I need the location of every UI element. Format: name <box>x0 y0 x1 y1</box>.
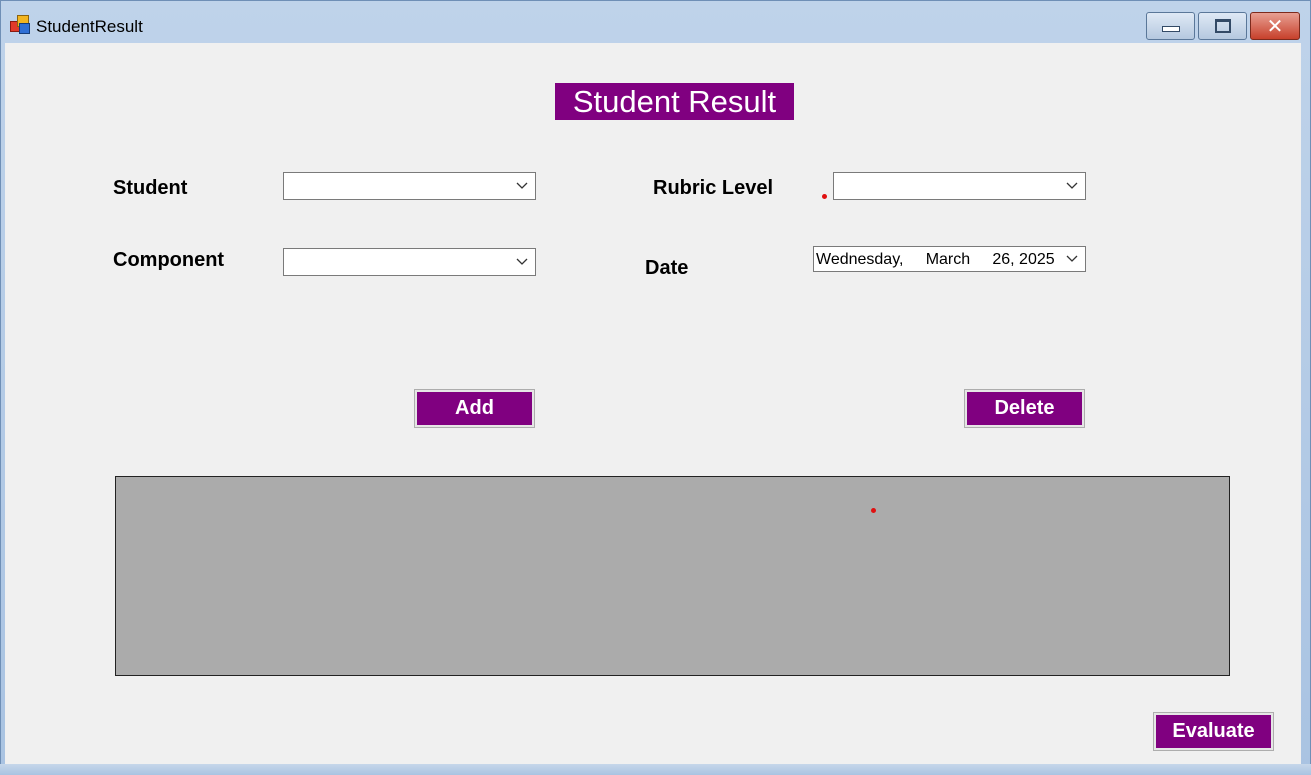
red-dot-marker <box>822 194 827 199</box>
red-dot-marker <box>871 508 876 513</box>
close-button[interactable]: ✕ <box>1250 12 1300 40</box>
date-label: Date <box>645 257 689 279</box>
add-button[interactable]: Add <box>414 389 535 428</box>
close-icon: ✕ <box>1266 14 1284 38</box>
rubric-level-label: Rubric Level <box>653 177 774 199</box>
chevron-down-icon <box>1066 255 1078 262</box>
minimize-button[interactable] <box>1146 12 1195 40</box>
date-picker[interactable]: Wednesday, March 26, 2025 <box>813 246 1086 272</box>
title-bar[interactable]: StudentResult ✕ <box>1 1 1310 43</box>
page-title: Student Result <box>555 83 794 120</box>
minimize-icon <box>1161 26 1180 32</box>
component-label: Component <box>113 249 225 271</box>
results-data-grid[interactable] <box>115 476 1230 676</box>
window-bottom-border <box>0 764 1311 775</box>
evaluate-button-label: Evaluate <box>1156 715 1271 748</box>
date-picker-value: Wednesday, March 26, 2025 <box>816 251 1055 268</box>
delete-button-label: Delete <box>967 392 1082 425</box>
delete-button[interactable]: Delete <box>964 389 1085 428</box>
add-button-label: Add <box>417 392 532 425</box>
component-combobox[interactable] <box>283 248 536 276</box>
chevron-down-icon <box>1066 182 1078 189</box>
maximize-button[interactable] <box>1198 12 1247 40</box>
app-icon <box>10 15 30 34</box>
rubric-level-combobox[interactable] <box>833 172 1086 200</box>
chevron-down-icon <box>516 258 528 265</box>
maximize-icon <box>1214 19 1231 33</box>
chevron-down-icon <box>516 182 528 189</box>
evaluate-button[interactable]: Evaluate <box>1153 712 1274 751</box>
student-label: Student <box>113 177 188 199</box>
window-title: StudentResult <box>36 17 143 36</box>
student-combobox[interactable] <box>283 172 536 200</box>
